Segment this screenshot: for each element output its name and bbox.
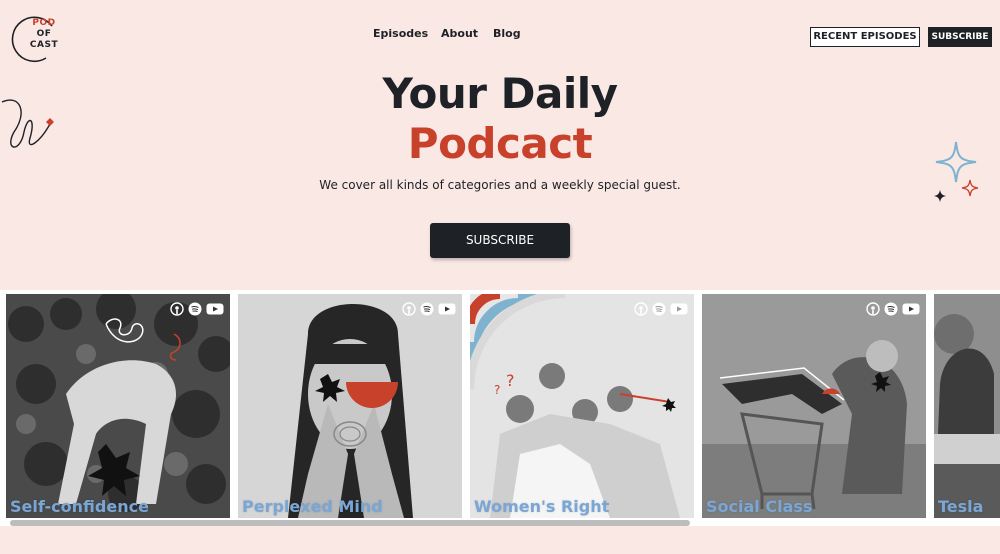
episodes-carousel[interactable]: Self-confidence Perplexed Mind ? ? Women…: [0, 290, 1000, 526]
episode-card-social-class[interactable]: Social Class: [702, 294, 926, 518]
spotify-icon[interactable]: [188, 302, 202, 316]
hero-subscribe-button[interactable]: SUBSCRIBE: [430, 223, 570, 258]
podcast-icon[interactable]: [634, 302, 648, 316]
spotify-icon[interactable]: [884, 302, 898, 316]
episode-image: [934, 294, 1000, 518]
youtube-icon[interactable]: [438, 302, 456, 316]
podcast-icon[interactable]: [170, 302, 184, 316]
nav-episodes[interactable]: Episodes: [373, 27, 428, 40]
carousel-scrollbar-thumb[interactable]: [10, 520, 690, 526]
youtube-icon[interactable]: [670, 302, 688, 316]
episode-image: [702, 294, 926, 518]
svg-text:?: ?: [506, 371, 515, 390]
podcast-icon[interactable]: [402, 302, 416, 316]
episode-platform-icons: [170, 302, 224, 316]
episode-title: Perplexed Mind: [242, 497, 383, 516]
episode-card-womens-right[interactable]: ? ? Women's Right: [470, 294, 694, 518]
youtube-icon[interactable]: [902, 302, 920, 316]
recent-episodes-button[interactable]: RECENT EPISODES: [810, 27, 920, 47]
hero-title-line2: Podcact: [407, 119, 593, 168]
episode-platform-icons: [634, 302, 688, 316]
episode-card-self-confidence[interactable]: Self-confidence: [6, 294, 230, 518]
episode-title: Women's Right: [474, 497, 610, 516]
hero-title-line1: Your Daily: [382, 69, 618, 118]
spotify-icon[interactable]: [652, 302, 666, 316]
podcast-icon[interactable]: [866, 302, 880, 316]
episode-title: Tesla: [938, 497, 984, 516]
episode-title: Social Class: [706, 497, 813, 516]
episode-image: [6, 294, 230, 518]
nav-about[interactable]: About: [441, 27, 478, 40]
episode-card-perplexed-mind[interactable]: Perplexed Mind: [238, 294, 462, 518]
episode-image: [238, 294, 462, 518]
episode-image: ? ?: [470, 294, 694, 518]
spotify-icon[interactable]: [420, 302, 434, 316]
nav-blog[interactable]: Blog: [493, 27, 521, 40]
youtube-icon[interactable]: [206, 302, 224, 316]
svg-text:?: ?: [494, 383, 500, 397]
episode-platform-icons: [402, 302, 456, 316]
episode-platform-icons: [866, 302, 920, 316]
episode-title: Self-confidence: [10, 497, 149, 516]
episode-card-tesla[interactable]: Tesla: [934, 294, 1000, 518]
header-subscribe-button[interactable]: SUBSCRIBE: [928, 27, 992, 47]
hero-subtitle: We cover all kinds of categories and a w…: [319, 178, 681, 192]
